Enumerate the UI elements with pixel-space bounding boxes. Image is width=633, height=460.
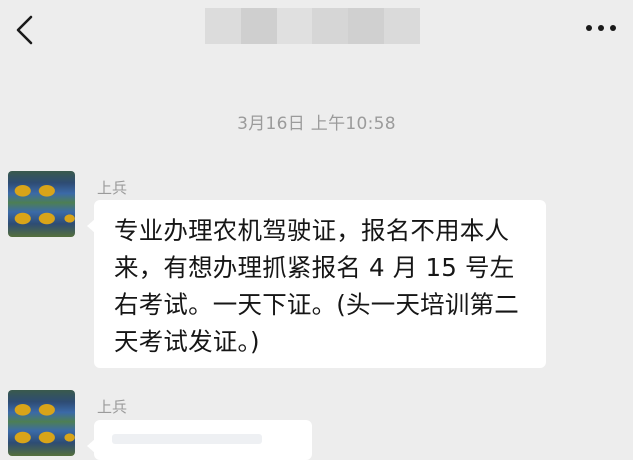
back-button[interactable]	[12, 14, 42, 46]
chevron-left-icon	[16, 15, 33, 45]
avatar[interactable]	[8, 390, 75, 456]
nav-bar	[0, 0, 633, 62]
sender-name: 上兵	[97, 179, 128, 197]
title-blur-tile	[240, 8, 277, 44]
chat-title-blurred	[205, 8, 420, 44]
message-text: 专业办理农机驾驶证，报名不用本人来，有想办理抓紧报名 4 月 15 号左右考试。…	[114, 216, 519, 356]
message-text-blurred	[112, 434, 262, 444]
message-timestamp: 3月16日 上午10:58	[237, 114, 396, 134]
sender-name: 上兵	[97, 398, 128, 416]
more-dots-icon	[586, 25, 616, 31]
message-bubble[interactable]: 专业办理农机驾驶证，报名不用本人来，有想办理抓紧报名 4 月 15 号左右考试。…	[87, 200, 546, 368]
message-bubble[interactable]	[87, 420, 312, 460]
title-blur-tile	[276, 8, 313, 44]
more-button[interactable]	[582, 18, 622, 38]
title-blur-tile	[205, 8, 241, 44]
avatar[interactable]	[8, 171, 75, 237]
title-blur-tile	[348, 8, 385, 44]
title-blur-tile	[312, 8, 349, 44]
title-blur-tile	[384, 8, 420, 44]
